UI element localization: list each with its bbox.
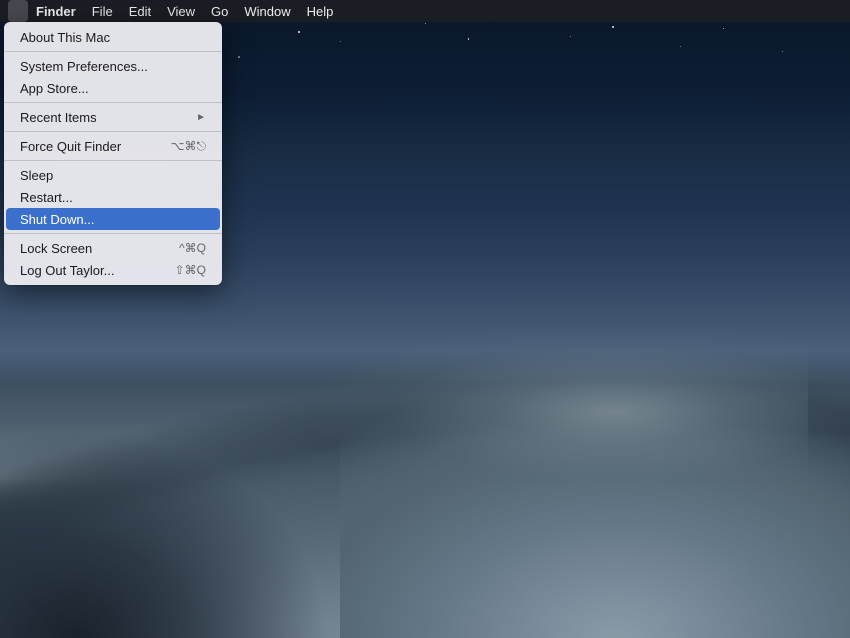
menu-separator-4 bbox=[4, 160, 222, 161]
menu-item-system-prefs[interactable]: System Preferences... bbox=[6, 55, 220, 77]
apple-menu-button[interactable] bbox=[8, 0, 28, 22]
menu-item-system-prefs-label: System Preferences... bbox=[20, 59, 206, 74]
menu-item-log-out[interactable]: Log Out Taylor... ⇧⌘Q bbox=[6, 259, 220, 281]
menu-item-restart[interactable]: Restart... bbox=[6, 186, 220, 208]
menu-item-lock-screen-shortcut: ^⌘Q bbox=[179, 241, 206, 255]
menubar-file[interactable]: File bbox=[84, 0, 121, 22]
menubar-go-label: Go bbox=[211, 4, 228, 19]
apple-dropdown-menu: About This Mac System Preferences... App… bbox=[4, 22, 222, 285]
menubar-view[interactable]: View bbox=[159, 0, 203, 22]
menubar-file-label: File bbox=[92, 4, 113, 19]
menubar-window-label: Window bbox=[244, 4, 290, 19]
menubar-edit-label: Edit bbox=[129, 4, 151, 19]
menubar-edit[interactable]: Edit bbox=[121, 0, 159, 22]
menu-item-force-quit-shortcut: ⌥⌘⎋ bbox=[171, 139, 206, 154]
menubar-help[interactable]: Help bbox=[299, 0, 342, 22]
menu-item-about-label: About This Mac bbox=[20, 30, 206, 45]
menu-item-force-quit[interactable]: Force Quit Finder ⌥⌘⎋ bbox=[6, 135, 220, 157]
menubar-finder[interactable]: Finder bbox=[28, 0, 84, 22]
menu-item-log-out-shortcut: ⇧⌘Q bbox=[175, 263, 206, 277]
menu-item-sleep-label: Sleep bbox=[20, 168, 206, 183]
menu-item-app-store-label: App Store... bbox=[20, 81, 206, 96]
menu-separator-2 bbox=[4, 102, 222, 103]
menu-item-recent-items[interactable]: Recent Items ► bbox=[6, 106, 220, 128]
menubar-help-label: Help bbox=[307, 4, 334, 19]
menu-item-log-out-label: Log Out Taylor... bbox=[20, 263, 175, 278]
menubar-go[interactable]: Go bbox=[203, 0, 236, 22]
submenu-arrow-icon: ► bbox=[196, 112, 206, 123]
menu-separator-1 bbox=[4, 51, 222, 52]
menu-item-lock-screen-label: Lock Screen bbox=[20, 241, 179, 256]
menu-item-shut-down[interactable]: Shut Down... bbox=[6, 208, 220, 230]
menu-item-force-quit-label: Force Quit Finder bbox=[20, 139, 171, 154]
menu-item-shut-down-label: Shut Down... bbox=[20, 212, 206, 227]
menu-item-recent-items-label: Recent Items bbox=[20, 110, 196, 125]
menu-separator-3 bbox=[4, 131, 222, 132]
menubar-view-label: View bbox=[167, 4, 195, 19]
menu-separator-5 bbox=[4, 233, 222, 234]
dune-shadow bbox=[0, 319, 383, 638]
menubar-finder-label: Finder bbox=[36, 4, 76, 19]
menu-item-sleep[interactable]: Sleep bbox=[6, 164, 220, 186]
menu-item-about[interactable]: About This Mac bbox=[6, 26, 220, 48]
menubar-window[interactable]: Window bbox=[236, 0, 298, 22]
menu-item-app-store[interactable]: App Store... bbox=[6, 77, 220, 99]
menubar: Finder File Edit View Go Window Help bbox=[0, 0, 850, 22]
menu-item-restart-label: Restart... bbox=[20, 190, 206, 205]
menu-item-lock-screen[interactable]: Lock Screen ^⌘Q bbox=[6, 237, 220, 259]
